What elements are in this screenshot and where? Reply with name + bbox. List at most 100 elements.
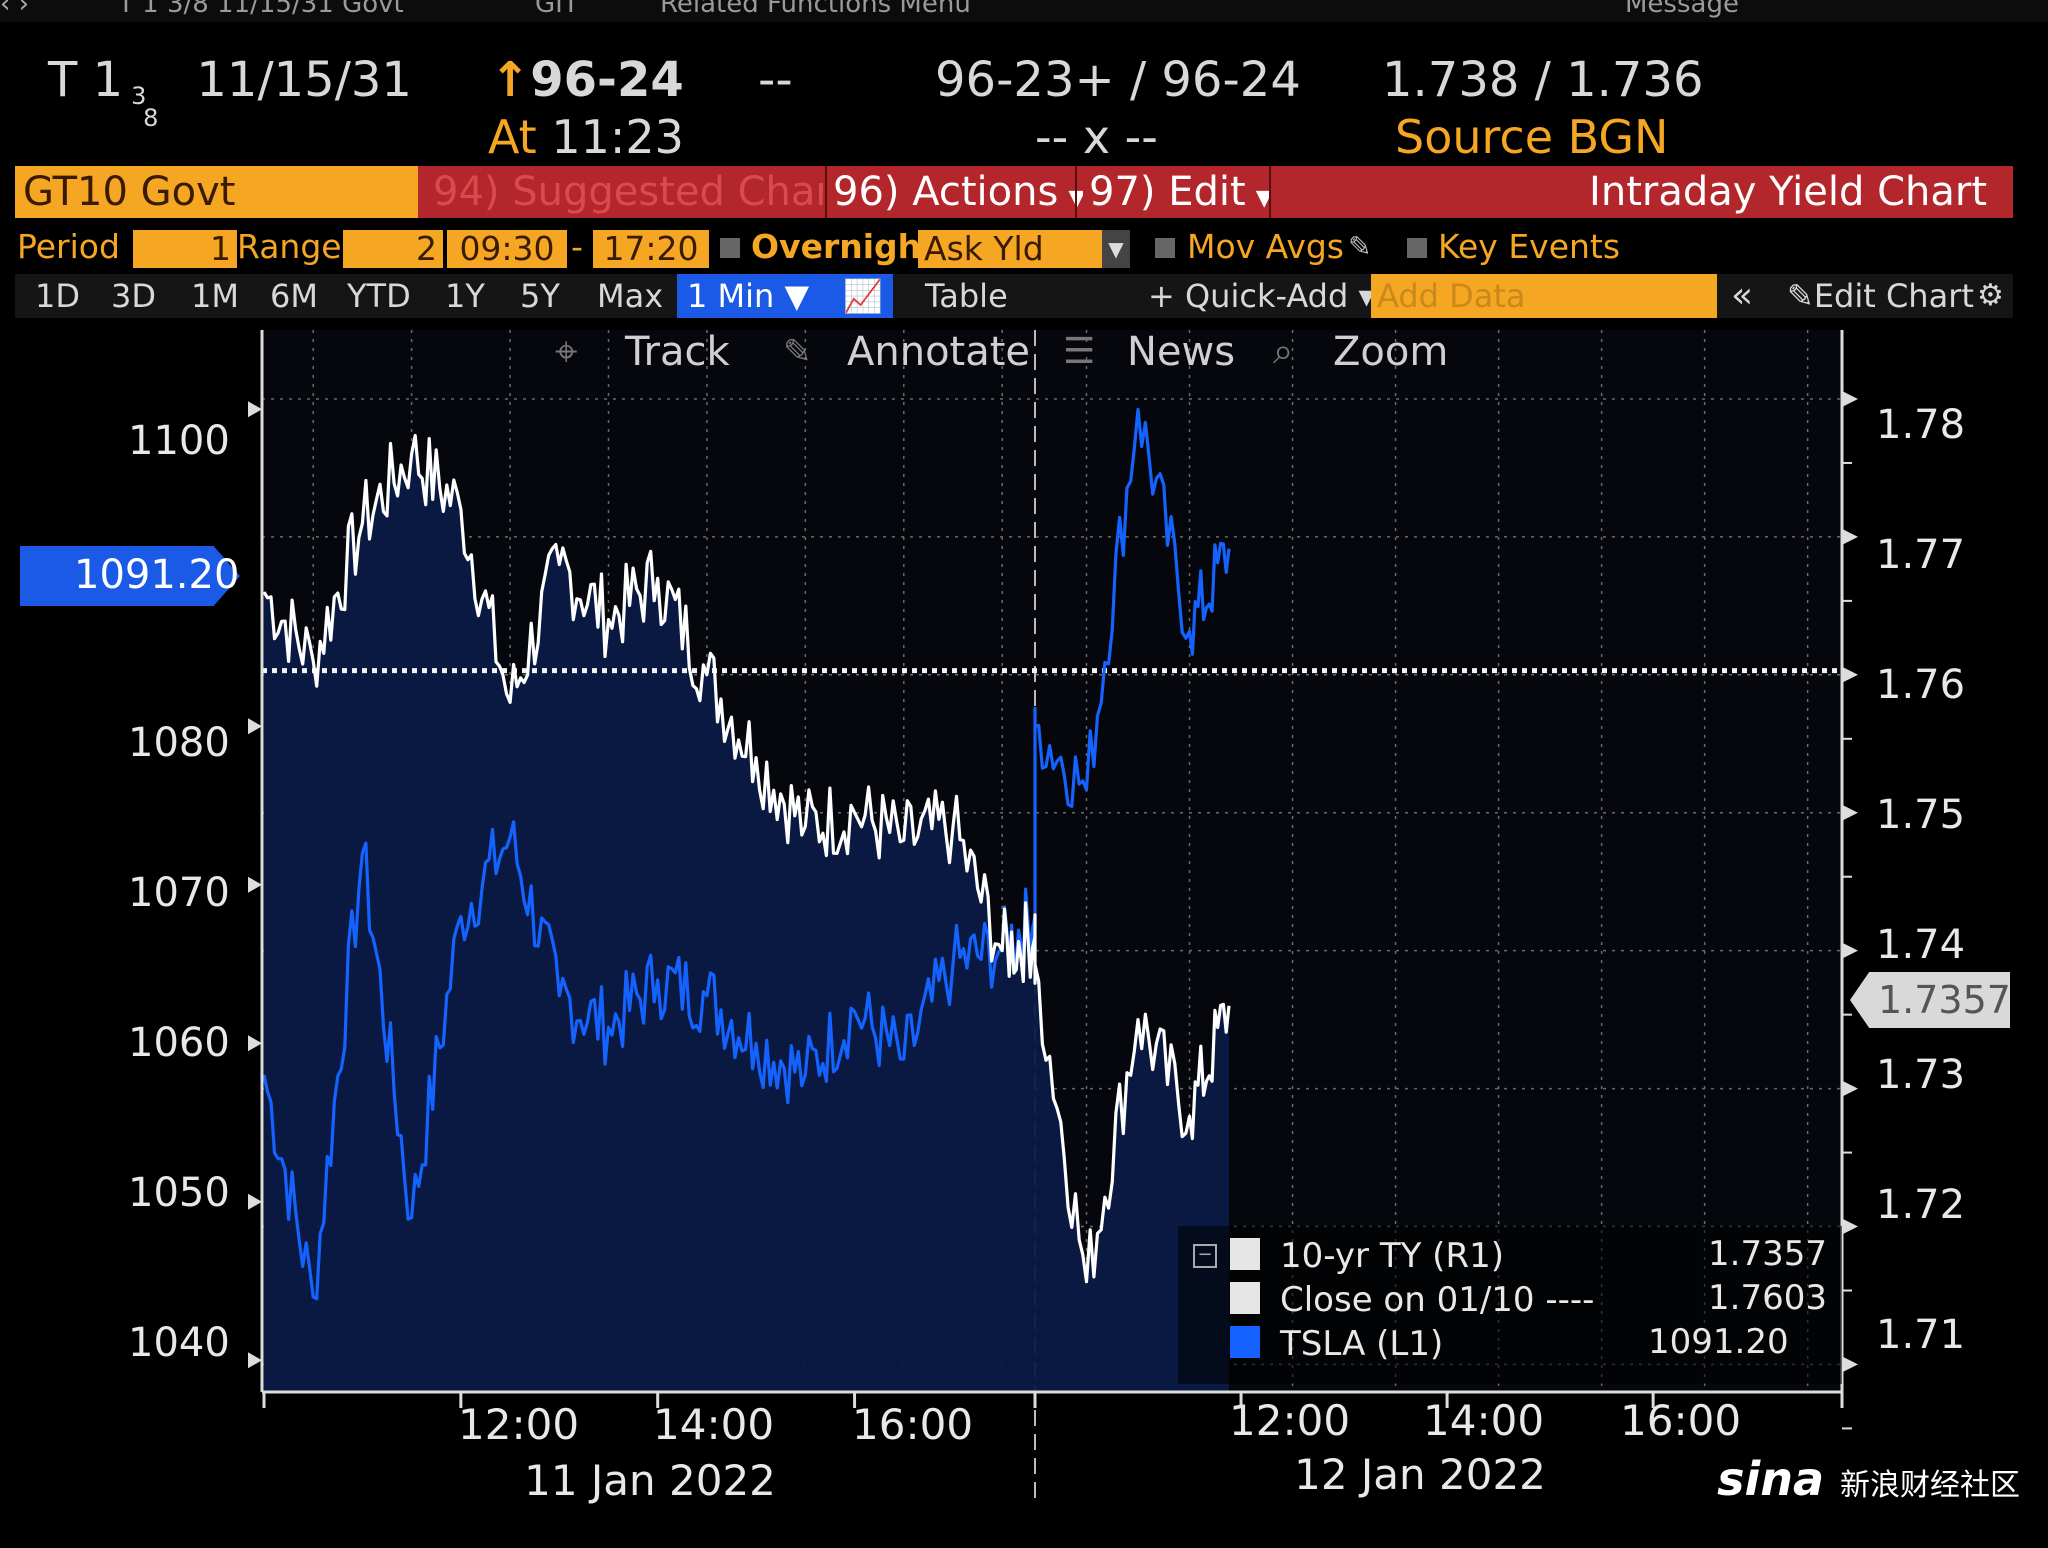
tab-1m[interactable]: 1M	[191, 274, 239, 318]
actions-menu[interactable]: 96) Actions▼	[825, 166, 1083, 218]
collapse-icon[interactable]: «	[1731, 274, 1753, 318]
right-axis-tick	[1842, 1218, 1858, 1235]
end-time-input[interactable]: 17:20	[593, 230, 709, 268]
news-icon[interactable]: ☰	[1063, 328, 1095, 376]
coupon-denominator: 8	[143, 104, 159, 132]
yield-last-value: 1.7357	[1878, 978, 2011, 1022]
watermark: sina 新浪财经社区	[1717, 1452, 2020, 1506]
legend-label: Close on 01/10 ----	[1280, 1280, 1595, 1320]
back-icon[interactable]: ‹ ›	[0, 0, 29, 17]
y-right-tick: 1.77	[1876, 532, 1966, 578]
right-axis-tick	[1842, 942, 1858, 959]
tab-3d[interactable]: 3D	[111, 274, 156, 318]
edit-chart-label: Edit Chart	[1813, 277, 1974, 315]
security-menu[interactable]: T 1 3/8 11/15/31 Govt	[118, 0, 404, 17]
tsla-last-value: 1091.20	[74, 552, 240, 598]
add-data-input[interactable]: Add Data	[1371, 274, 1717, 318]
zoom-button[interactable]: Zoom	[1333, 328, 1448, 376]
start-time-input[interactable]: 09:30	[447, 230, 567, 268]
tab-1d[interactable]: 1D	[35, 274, 80, 318]
range-input[interactable]: 2	[343, 230, 443, 268]
annotate-button[interactable]: Annotate	[847, 328, 1030, 376]
price-value: 96-24	[530, 52, 684, 108]
legend-value: 1091.20	[1648, 1322, 1789, 1362]
overnight-checkbox[interactable]	[720, 238, 740, 258]
yield-last-marker: 1.7357	[1850, 972, 2011, 1028]
y-right-tick: 1.73	[1876, 1052, 1966, 1098]
chart-legend: − 10-yr TY (R1) 1.7357 Close on 01/10 --…	[1178, 1226, 1842, 1384]
time-value: 11:23	[551, 110, 684, 164]
quote-size: -- x --	[1035, 110, 1158, 164]
bid-ask-yield: 1.738 / 1.736	[1382, 52, 1704, 108]
x-tick: 12:00	[458, 1400, 580, 1449]
function-title-bar: GT10 Govt 94) Suggested Charts 96) Actio…	[15, 166, 2013, 218]
edit-chart-button[interactable]: ✎ Edit Chart	[1787, 274, 1974, 318]
ticker: T 1	[48, 52, 124, 108]
time-label: At	[488, 110, 537, 164]
sina-logo: sina	[1717, 1452, 1824, 1506]
key-events-label: Key Events	[1438, 227, 1621, 266]
field-select[interactable]: Ask Yld	[918, 230, 1104, 268]
table-button[interactable]: Table	[925, 274, 1008, 318]
track-button[interactable]: Track	[625, 328, 730, 376]
period-label: Period	[17, 227, 120, 266]
y-left-tick: 1040	[128, 1320, 230, 1366]
chart-type-icon[interactable]: 📈	[833, 274, 893, 318]
period-input[interactable]: 1	[133, 230, 237, 268]
source-value: BGN	[1567, 110, 1669, 164]
y-left-tick: 1100	[128, 418, 230, 464]
up-arrow-icon: ↑	[490, 52, 531, 108]
quick-add-button[interactable]: + Quick-Add ▾	[1148, 274, 1375, 318]
tab-6m[interactable]: 6M	[270, 274, 318, 318]
x-date-label: 12 Jan 2022	[1294, 1450, 1546, 1499]
security-field[interactable]: GT10 Govt	[15, 166, 418, 218]
mov-avgs-label: Mov Avgs	[1187, 227, 1344, 266]
collapse-legend-icon[interactable]: −	[1193, 1244, 1217, 1268]
x-tick: 14:00	[653, 1400, 775, 1449]
x-tick: 16:00	[852, 1400, 974, 1449]
bid-ask-price: 96-23+ / 96-24	[935, 52, 1301, 108]
caret-down-icon: ▼	[1255, 186, 1271, 211]
y-right-tick: 1.76	[1876, 662, 1966, 708]
y-left-tick: 1070	[128, 870, 230, 916]
tab-ytd[interactable]: YTD	[347, 274, 411, 318]
watermark-text: 新浪财经社区	[1840, 1468, 2020, 1503]
suggested-charts-button[interactable]: 94) Suggested Charts	[425, 166, 823, 218]
y-right-tick: 1.71	[1876, 1312, 1966, 1358]
tab-1y[interactable]: 1Y	[445, 274, 485, 318]
search-icon[interactable]: ⌕	[1273, 328, 1293, 376]
left-axis-tick	[248, 876, 262, 893]
y-right-tick: 1.78	[1876, 402, 1966, 448]
edit-label: 97) Edit	[1089, 169, 1246, 215]
actions-label: 96) Actions	[833, 169, 1059, 215]
source-label: Source	[1395, 110, 1553, 164]
right-axis-tick	[1842, 528, 1858, 545]
function-menu[interactable]: GIT	[535, 0, 579, 17]
crosshair-icon[interactable]: ⌖	[555, 328, 578, 376]
pencil-icon[interactable]: ✎	[1348, 228, 1371, 266]
tab-max[interactable]: Max	[597, 274, 663, 318]
legend-swatch	[1230, 1238, 1260, 1270]
field-dropdown-icon[interactable]: ▼	[1102, 230, 1130, 268]
left-axis-tick	[248, 718, 262, 735]
quote-ticker: T 1 3 8 11/15/31	[48, 52, 412, 132]
maturity: 11/15/31	[196, 52, 412, 108]
tsla-last-marker: 1091.20	[20, 546, 242, 606]
tab-5y[interactable]: 5Y	[520, 274, 560, 318]
interval-select[interactable]: 1 Min ▼	[677, 274, 833, 318]
key-events-checkbox[interactable]	[1407, 238, 1427, 258]
range-label: Range	[237, 227, 342, 266]
related-functions-menu[interactable]: Related Functions Menu	[660, 0, 971, 17]
top-menu-bar: ‹ › T 1 3/8 11/15/31 Govt GIT Related Fu…	[0, 0, 2048, 22]
right-axis-tick	[1842, 666, 1858, 683]
y-right-tick: 1.72	[1876, 1182, 1966, 1228]
y-left-tick: 1050	[128, 1170, 230, 1216]
x-tick: 16:00	[1620, 1396, 1742, 1445]
mov-avgs-checkbox[interactable]	[1155, 238, 1175, 258]
edit-menu[interactable]: 97) Edit ▼	[1075, 166, 1271, 218]
news-button[interactable]: News	[1127, 328, 1235, 376]
message-button[interactable]: Message	[1625, 0, 1739, 17]
gear-icon[interactable]: ⚙	[1977, 274, 2004, 318]
pencil-icon[interactable]: ✎	[783, 328, 812, 376]
legend-swatch	[1230, 1326, 1260, 1358]
